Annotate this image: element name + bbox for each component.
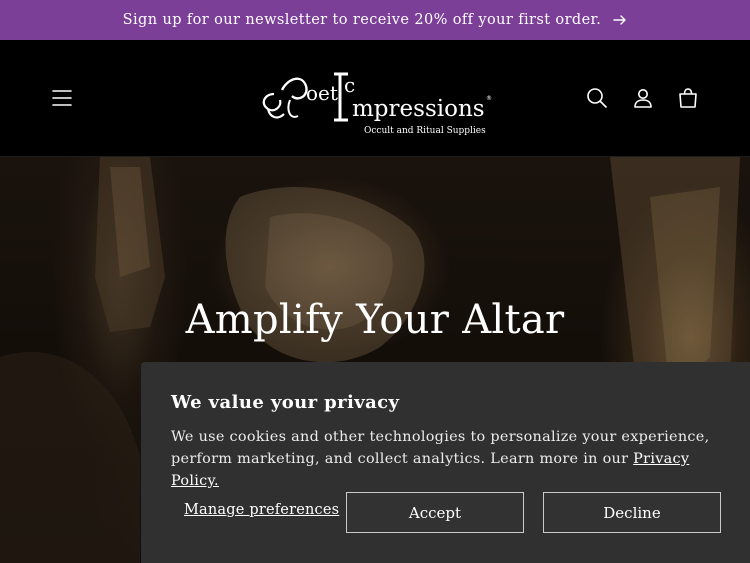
cookie-title: We value your privacy (171, 392, 400, 413)
account-icon[interactable] (631, 86, 655, 110)
svg-text:®: ® (486, 95, 492, 102)
svg-text:mpressions: mpressions (352, 96, 485, 122)
decline-button[interactable]: Decline (543, 492, 721, 533)
svg-text:oet: oet (306, 81, 338, 105)
menu-icon[interactable] (50, 86, 74, 110)
svg-text:c: c (344, 73, 355, 97)
cookie-consent-banner: We value your privacy We use cookies and… (141, 362, 750, 563)
arrow-right-icon (613, 15, 627, 25)
manage-preferences-link[interactable]: Manage preferences (184, 502, 339, 518)
cookie-description: We use cookies and other technologies to… (171, 426, 731, 492)
logo-tagline: Occult and Ritual Supplies (364, 126, 486, 136)
site-logo[interactable]: oet c mpressions ® Occult and Ritual Sup… (256, 60, 496, 140)
cart-icon[interactable] (676, 86, 700, 110)
site-header: oet c mpressions ® Occult and Ritual Sup… (0, 40, 750, 157)
announcement-text: Sign up for our newsletter to receive 20… (122, 12, 602, 28)
hero-title: Amplify Your Altar (185, 297, 565, 343)
announcement-bar[interactable]: Sign up for our newsletter to receive 20… (0, 0, 750, 40)
cookie-body-text: We use cookies and other technologies to… (171, 429, 710, 467)
accept-button[interactable]: Accept (346, 492, 524, 533)
search-icon[interactable] (585, 86, 609, 110)
